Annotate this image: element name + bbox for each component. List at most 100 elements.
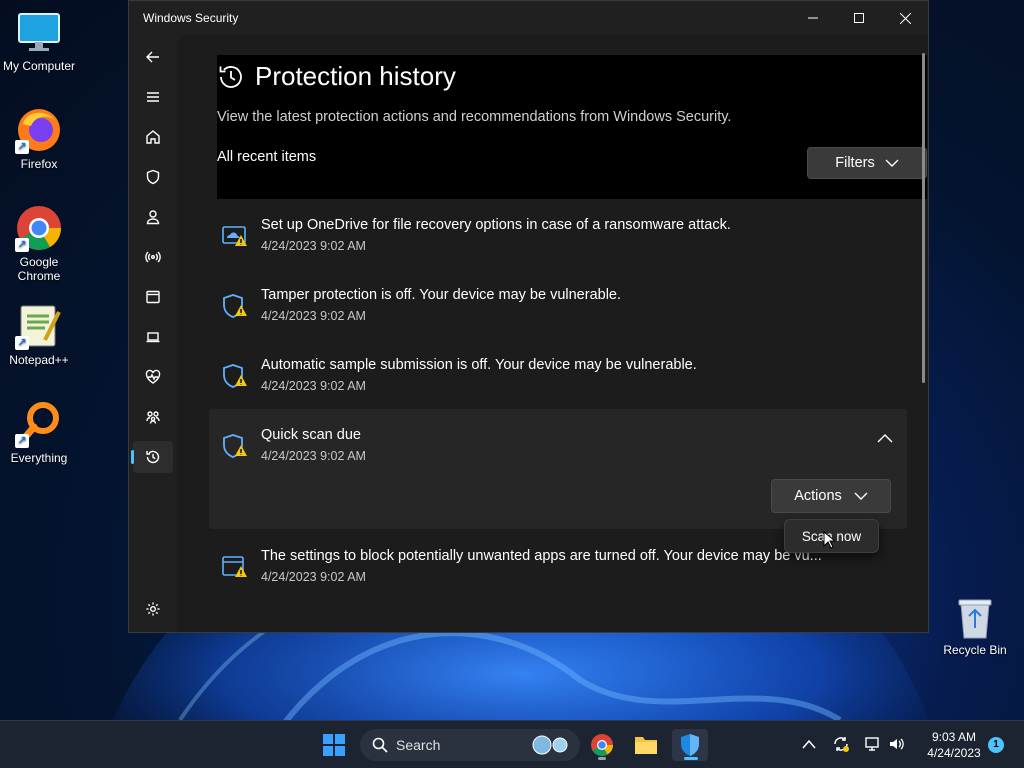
onedrive-warning-icon <box>222 226 247 246</box>
taskbar-windows-security[interactable] <box>672 729 708 761</box>
clock-time: 9:03 AM <box>931 730 977 744</box>
filters-button[interactable]: Filters <box>807 147 927 179</box>
history-item[interactable]: Set up OneDrive for file recovery option… <box>217 209 907 269</box>
minimize-icon <box>808 17 818 19</box>
minimize-button[interactable] <box>790 1 836 35</box>
item-timestamp: 4/24/2023 9:02 AM <box>261 309 366 323</box>
desktop-icon-everything[interactable]: ↗ Everything <box>1 400 77 465</box>
volume-icon[interactable] <box>888 735 906 753</box>
start-button[interactable] <box>316 729 352 761</box>
chevron-down-icon <box>885 159 899 167</box>
desktop-icon-chrome[interactable]: ↗ Google Chrome <box>1 204 77 283</box>
chevron-down-icon <box>854 492 868 500</box>
history-icon <box>146 450 160 464</box>
maximize-button[interactable] <box>836 1 882 35</box>
actions-button[interactable]: Actions <box>771 479 891 513</box>
item-message: Set up OneDrive for file recovery option… <box>261 217 731 233</box>
wireless-icon <box>145 251 161 263</box>
mouse-cursor-icon <box>823 531 835 549</box>
shield-icon <box>146 169 160 185</box>
nav-family-options[interactable] <box>133 401 173 433</box>
windows-security-window: Windows Security Protection history View… <box>128 0 929 633</box>
filters-label: Filters <box>835 155 875 171</box>
desktop-icon-label: Everything <box>10 451 68 465</box>
item-message: Quick scan due <box>261 427 361 443</box>
family-icon <box>146 411 160 424</box>
running-indicator <box>684 757 698 760</box>
desktop-icon-firefox[interactable]: ↗ Firefox <box>1 106 77 171</box>
desktop-icon-label: My Computer <box>2 59 76 73</box>
back-arrow-icon <box>146 51 159 63</box>
chrome-icon <box>591 734 613 756</box>
actions-label: Actions <box>794 488 842 504</box>
taskbar-clock[interactable]: 9:03 AM 4/24/2023 <box>916 729 992 761</box>
nav-protection-history[interactable] <box>131 441 173 473</box>
gear-icon <box>146 602 160 616</box>
taskbar: Search 9:03 AM 4/24/2023 1 <box>0 720 1024 768</box>
heart-pulse-icon <box>145 369 161 384</box>
shield-warning-icon <box>223 294 247 318</box>
nav-firewall[interactable] <box>133 241 173 273</box>
clock-date: 4/24/2023 <box>927 746 981 760</box>
item-timestamp: 4/24/2023 9:02 AM <box>261 449 366 463</box>
taskbar-file-explorer[interactable] <box>628 729 664 761</box>
shield-warning-icon <box>223 364 247 388</box>
everything-icon: ↗ <box>15 400 63 448</box>
nav-device-security[interactable] <box>133 321 173 353</box>
history-item[interactable]: Tamper protection is off. Your device ma… <box>217 279 907 339</box>
desktop-icon-notepadpp[interactable]: ↗ Notepad++ <box>1 302 77 367</box>
shield-warning-icon <box>223 434 247 458</box>
close-button[interactable] <box>882 1 928 35</box>
page-title-text: Protection history <box>255 61 456 91</box>
recycle-bin-label: Recycle Bin <box>943 643 1007 657</box>
taskbar-chrome[interactable] <box>584 729 620 761</box>
search-highlight-icon <box>532 735 568 755</box>
shield-icon <box>681 734 699 756</box>
maximize-icon <box>854 13 864 23</box>
nav-app-browser-control[interactable] <box>133 281 173 313</box>
taskbar-search[interactable]: Search <box>360 729 580 761</box>
firefox-icon: ↗ <box>15 106 63 154</box>
nav-settings[interactable] <box>133 593 173 625</box>
running-indicator <box>598 757 606 760</box>
notification-badge[interactable]: 1 <box>988 737 1004 753</box>
title-bar: Windows Security <box>129 1 928 35</box>
page-description: View the latest protection actions and r… <box>217 109 732 125</box>
item-message: Tamper protection is off. Your device ma… <box>261 287 622 303</box>
nav-device-performance[interactable] <box>133 361 173 393</box>
desktop-icon-label: Google Chrome <box>17 255 61 283</box>
shortcut-arrow-icon: ↗ <box>15 140 29 154</box>
search-placeholder: Search <box>396 737 441 753</box>
window-title: Windows Security <box>143 11 239 25</box>
nav-virus-protection[interactable] <box>133 161 173 193</box>
item-message: The settings to block potentially unwant… <box>261 548 822 564</box>
page-header: Protection history View the latest prote… <box>217 55 927 199</box>
desktop-icon-label: Notepad++ <box>9 353 69 367</box>
monitor-icon <box>15 8 63 56</box>
history-icon <box>219 65 242 88</box>
nav-account-protection[interactable] <box>133 201 173 233</box>
section-label: All recent items <box>217 149 317 165</box>
chevron-up-icon[interactable] <box>802 739 816 749</box>
history-item[interactable]: Quick scan due 4/24/2023 9:02 AM <box>217 419 907 479</box>
desktop-icon-recycle-bin[interactable]: Recycle Bin <box>940 596 1010 657</box>
nav-menu[interactable] <box>133 81 173 113</box>
windows-logo-icon <box>323 734 345 756</box>
close-icon <box>899 12 911 24</box>
home-icon <box>146 130 160 144</box>
app-window-warning-icon <box>222 556 247 577</box>
notepadpp-icon: ↗ <box>15 302 63 350</box>
network-icon[interactable] <box>864 735 882 753</box>
app-window-icon <box>146 290 160 304</box>
history-item[interactable]: Automatic sample submission is off. Your… <box>217 349 907 409</box>
nav-back[interactable] <box>133 41 173 73</box>
shortcut-arrow-icon: ↗ <box>15 434 29 448</box>
item-timestamp: 4/24/2023 9:02 AM <box>261 570 366 584</box>
sync-icon[interactable] <box>832 735 850 753</box>
nav-home[interactable] <box>133 121 173 153</box>
item-message: Automatic sample submission is off. Your… <box>261 357 697 373</box>
desktop-icon-my-computer[interactable]: My Computer <box>1 8 77 73</box>
side-nav <box>129 35 177 632</box>
scrollbar[interactable] <box>922 53 925 383</box>
shortcut-arrow-icon: ↗ <box>15 336 29 350</box>
